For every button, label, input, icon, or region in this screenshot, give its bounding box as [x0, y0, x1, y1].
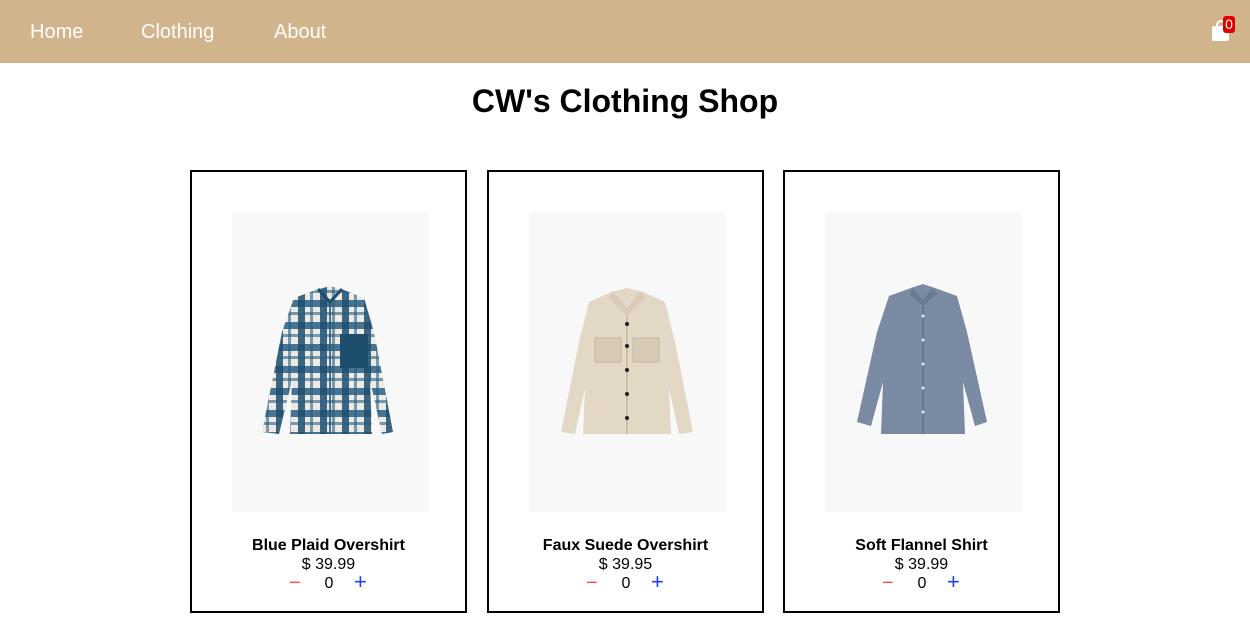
product-card: Soft Flannel Shirt $ 39.99 − 0 +: [783, 170, 1060, 613]
product-name: Soft Flannel Shirt: [855, 537, 988, 554]
decrease-quantity-button[interactable]: −: [586, 572, 598, 594]
top-nav: Home Clothing About 0: [0, 0, 1250, 63]
quantity-stepper: − 0 +: [489, 571, 762, 595]
decrease-quantity-button[interactable]: −: [882, 572, 894, 594]
product-name: Blue Plaid Overshirt: [252, 537, 405, 554]
quantity-value: 0: [324, 575, 334, 592]
quantity-value: 0: [621, 575, 631, 592]
quantity-value: 0: [917, 575, 927, 592]
nav-link-home[interactable]: Home: [30, 20, 83, 44]
nav-link-clothing[interactable]: Clothing: [141, 20, 214, 44]
increase-quantity-button[interactable]: +: [354, 571, 367, 593]
page-title: CW's Clothing Shop: [471, 83, 779, 119]
quantity-stepper: − 0 +: [192, 571, 465, 595]
product-image: [232, 212, 429, 512]
product-card: Blue Plaid Overshirt $ 39.99 − 0 +: [190, 170, 467, 613]
increase-quantity-button[interactable]: +: [947, 571, 960, 593]
product-image: [825, 212, 1022, 512]
product-image: [529, 212, 726, 512]
cart-count-badge: 0: [1223, 16, 1235, 33]
nav-link-about[interactable]: About: [274, 20, 326, 44]
product-name: Faux Suede Overshirt: [542, 537, 709, 554]
decrease-quantity-button[interactable]: −: [289, 572, 301, 594]
product-card: Faux Suede Overshirt $ 39.95 − 0 +: [487, 170, 764, 613]
cart-button[interactable]: 0: [1211, 16, 1235, 43]
quantity-stepper: − 0 +: [785, 571, 1058, 595]
increase-quantity-button[interactable]: +: [651, 571, 664, 593]
